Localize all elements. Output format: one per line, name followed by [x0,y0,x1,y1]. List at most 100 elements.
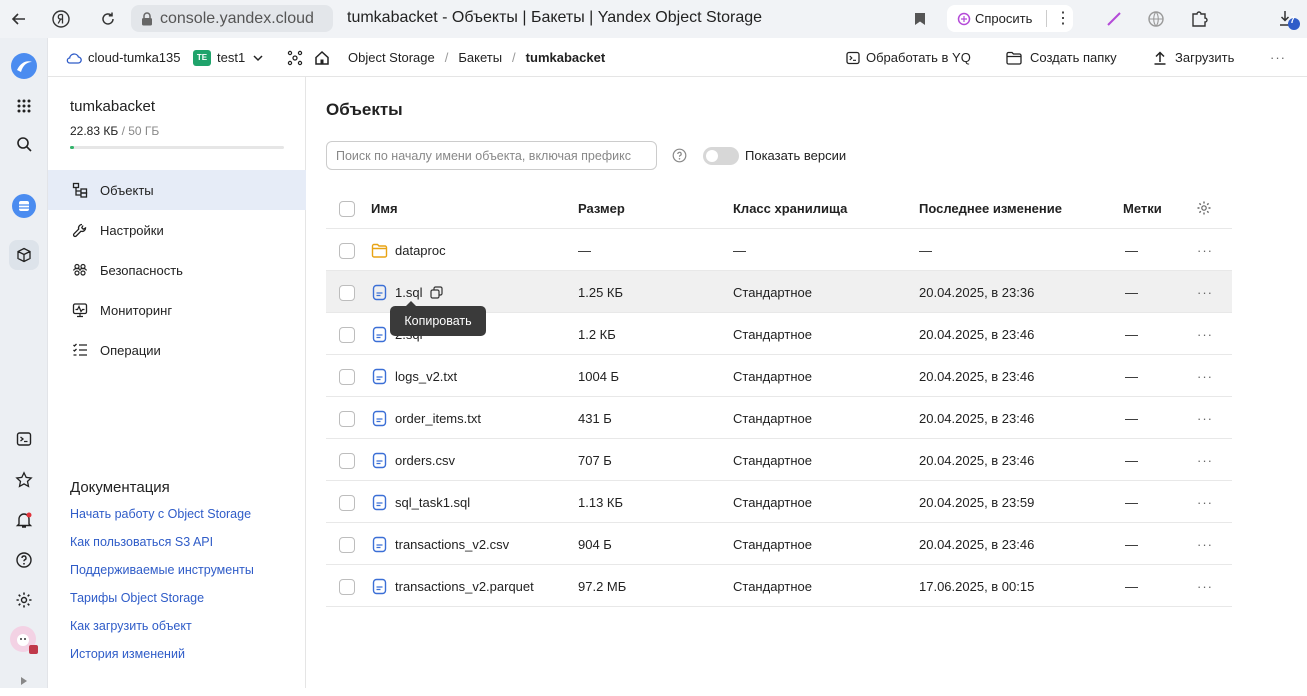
star-icon[interactable] [9,465,39,495]
doc-link-pricing[interactable]: Тарифы Object Storage [70,591,204,605]
object-name[interactable]: order_items.txt [395,411,481,426]
download-icon[interactable]: 7 [1276,6,1302,32]
row-checkbox[interactable] [339,453,355,469]
row-menu-icon[interactable]: ··· [1197,229,1213,271]
table-row[interactable]: dataproc — — — — ··· [326,229,1232,271]
table-settings-gear-icon[interactable] [1196,187,1212,229]
column-name[interactable]: Имя [371,187,398,229]
row-menu-icon[interactable]: ··· [1197,397,1213,439]
bell-icon[interactable] [9,505,39,535]
column-size[interactable]: Размер [578,187,625,229]
object-name-cell[interactable]: order_items.txt [371,397,481,439]
more-vertical-icon[interactable]: ⋮ [1055,8,1071,28]
ask-button[interactable]: Спросить ⋮ [947,5,1073,32]
storage-service-icon[interactable] [9,191,39,221]
row-checkbox[interactable] [339,327,355,343]
object-name-cell[interactable]: sql_task1.sql [371,481,470,523]
breadcrumb-buckets[interactable]: Бакеты [458,50,502,65]
object-storage-class: Стандартное [733,452,812,468]
extensions-icon[interactable] [1186,6,1212,32]
show-versions-toggle[interactable] [703,147,739,165]
table-row[interactable]: order_items.txt 431 Б Стандартное 20.04.202… [326,397,1232,439]
row-checkbox[interactable] [339,285,355,301]
nav-item-operations[interactable]: Операции [48,330,306,370]
column-modified[interactable]: Последнее изменение [919,187,1062,229]
object-name[interactable]: dataproc [395,243,446,258]
pen-icon[interactable] [1101,6,1127,32]
upload-button[interactable]: Загрузить [1153,38,1234,77]
doc-link-upload[interactable]: Как загрузить объект [70,619,192,633]
home-icon[interactable] [314,38,330,77]
nav-item-settings[interactable]: Настройки [48,210,306,250]
object-name[interactable]: orders.csv [395,453,455,468]
more-actions-icon[interactable]: ··· [1270,38,1286,77]
breadcrumb-object-storage[interactable]: Object Storage [348,50,435,65]
structure-icon[interactable] [287,38,303,77]
row-checkbox[interactable] [339,369,355,385]
object-storage-class: Стандартное [733,326,812,342]
terminal-icon[interactable] [9,424,39,454]
row-checkbox[interactable] [339,537,355,553]
table-row[interactable]: transactions_v2.parquet 97.2 МБ Стандартно… [326,565,1232,607]
help-icon[interactable] [9,545,39,575]
nav-item-monitoring[interactable]: Мониторинг [48,290,306,330]
copy-icon[interactable] [430,285,444,299]
row-menu-icon[interactable]: ··· [1197,481,1213,523]
table-row[interactable]: sql_task1.sql 1.13 КБ Стандартное 20.04.202… [326,481,1232,523]
bookmark-icon[interactable] [907,6,933,32]
avatar[interactable] [9,625,39,655]
help-icon[interactable] [672,148,687,163]
row-checkbox[interactable] [339,495,355,511]
folder-selector[interactable]: TE test1 [193,38,263,77]
object-name[interactable]: 1.sql [395,285,422,300]
doc-link-changelog[interactable]: История изменений [70,647,185,661]
globe-icon[interactable] [1143,6,1169,32]
row-checkbox[interactable] [339,411,355,427]
object-name[interactable]: sql_task1.sql [395,495,470,510]
row-checkbox[interactable] [339,243,355,259]
row-checkbox[interactable] [339,579,355,595]
settings-gear-icon[interactable] [9,585,39,615]
row-menu-icon[interactable]: ··· [1197,313,1213,355]
row-menu-icon[interactable]: ··· [1197,439,1213,481]
search-icon[interactable] [9,129,39,159]
row-menu-icon[interactable]: ··· [1197,565,1213,607]
nav-item-objects[interactable]: Объекты [48,170,306,210]
table-header: Имя Размер Класс хранилища Последнее изм… [326,187,1232,229]
table-row[interactable]: orders.csv 707 Б Стандартное 20.04.2025, в … [326,439,1232,481]
search-input[interactable]: Поиск по началу имени объекта, включая п… [326,141,657,170]
process-in-yq-button[interactable]: Обработать в YQ [846,38,971,77]
object-name-cell[interactable]: dataproc [371,229,446,271]
cloud-selector[interactable]: cloud-tumka135 [66,38,181,77]
yandex-cloud-logo-icon[interactable] [9,51,39,81]
table-row[interactable]: transactions_v2.csv 904 Б Стандартное 20.04… [326,523,1232,565]
lock-icon [141,11,153,26]
object-storage-class: Стандартное [733,536,812,552]
object-name[interactable]: transactions_v2.parquet [395,579,534,594]
row-menu-icon[interactable]: ··· [1197,271,1213,313]
doc-link-s3-api[interactable]: Как пользоваться S3 API [70,535,213,549]
object-name[interactable]: logs_v2.txt [395,369,457,384]
object-storage-icon[interactable] [9,240,39,270]
row-menu-icon[interactable]: ··· [1197,355,1213,397]
grid-menu-icon[interactable] [9,91,39,121]
back-icon[interactable] [6,6,32,32]
create-folder-button[interactable]: Создать папку [1006,38,1117,77]
object-name-cell[interactable]: orders.csv [371,439,455,481]
select-all-checkbox[interactable] [339,201,355,217]
breadcrumb-current-bucket: tumkabacket [525,50,606,65]
doc-link-tools[interactable]: Поддерживаемые инструменты [70,563,254,577]
object-name-cell[interactable]: transactions_v2.parquet [371,565,534,607]
reload-icon[interactable] [95,6,121,32]
object-name-cell[interactable]: logs_v2.txt [371,355,457,397]
column-storage-class[interactable]: Класс хранилища [733,187,847,229]
doc-link-getting-started[interactable]: Начать работу с Object Storage [70,507,251,521]
object-name-cell[interactable]: transactions_v2.csv [371,523,509,565]
object-name[interactable]: transactions_v2.csv [395,537,509,552]
address-bar[interactable]: console.yandex.cloud [131,5,333,32]
nav-item-security[interactable]: Безопасность [48,250,306,290]
expand-rail-icon[interactable] [9,666,39,696]
yandex-logo-icon[interactable] [48,6,74,32]
row-menu-icon[interactable]: ··· [1197,523,1213,565]
table-row[interactable]: logs_v2.txt 1004 Б Стандартное 20.04.2025, … [326,355,1232,397]
